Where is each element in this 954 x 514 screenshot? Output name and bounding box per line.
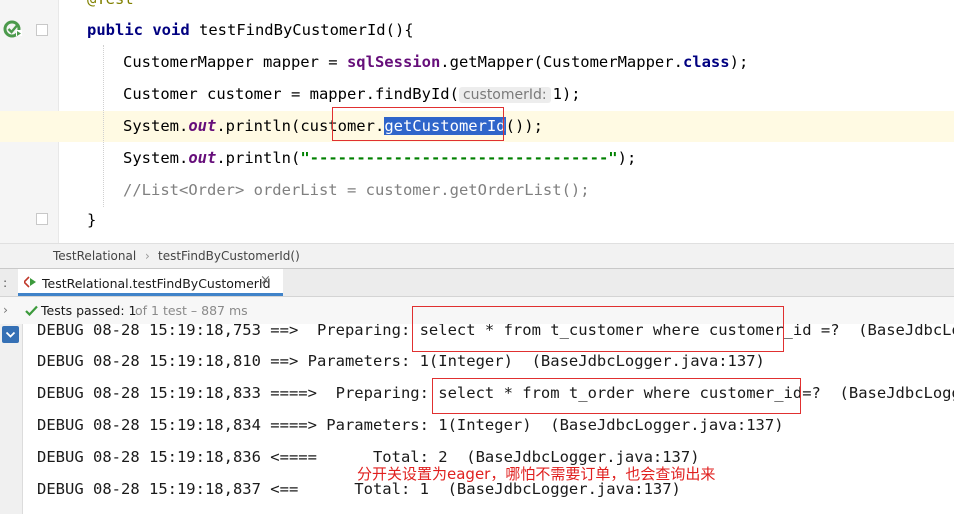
closing-brace: } [87, 211, 97, 229]
indent-guide [103, 45, 105, 207]
parameter-hint: customerId: [458, 87, 551, 103]
code-line-println-divider: System.out.println("--------------------… [123, 149, 637, 167]
tool-window-label: : [3, 275, 8, 290]
annotation-line: @Test [87, 0, 134, 10]
highlight-box-order-sql [432, 378, 801, 414]
check-icon [25, 305, 38, 316]
breadcrumb-separator: › [145, 249, 150, 263]
fold-marker[interactable] [36, 24, 48, 36]
tab-test-run[interactable]: TestRelational.testFindByCustomerId × [18, 269, 283, 296]
expand-chevron-icon[interactable]: › [3, 302, 8, 317]
run-config-icon [24, 276, 36, 288]
tab-label: TestRelational.testFindByCustomerId [42, 276, 271, 291]
tests-detail-label: of 1 test – 887 ms [135, 303, 248, 318]
log-line: DEBUG 08-28 15:19:18,834 ====> Parameter… [37, 416, 784, 434]
tests-passed-label: Tests passed: 1 [41, 303, 137, 318]
close-icon[interactable]: × [260, 273, 271, 288]
fold-marker[interactable] [36, 213, 48, 225]
console-output[interactable]: DEBUG 08-28 15:19:18,753 ==> Preparing: … [0, 324, 954, 514]
run-test-icon[interactable] [3, 19, 23, 39]
breadcrumb-class[interactable]: TestRelational [53, 249, 136, 263]
scroll-to-end-button[interactable] [2, 326, 19, 343]
breadcrumb: TestRelational › testFindByCustomerId() [0, 243, 954, 269]
code-line-get-mapper: CustomerMapper mapper = sqlSession.getMa… [123, 53, 749, 71]
method-signature: public void testFindByCustomerId(){ [87, 21, 414, 39]
annotation-note: 分开关设置为eager，哪怕不需要订单，也会查询出来 [357, 465, 716, 483]
code-line-find-by-id: Customer customer = mapper.findById(cust… [123, 85, 581, 103]
code-line-comment: //List<Order> orderList = customer.getOr… [123, 181, 590, 199]
console-toolbar [0, 324, 23, 514]
code-editor[interactable]: @Test public void testFindByCustomerId()… [0, 0, 954, 243]
breadcrumb-method[interactable]: testFindByCustomerId() [158, 249, 300, 263]
highlight-box-customer-sql [412, 306, 784, 352]
chevron-down-icon [5, 331, 16, 338]
log-line: DEBUG 08-28 15:19:18,810 ==> Parameters:… [37, 352, 765, 370]
highlight-box-getter [332, 107, 504, 141]
run-tool-window-tabs: : TestRelational.testFindByCustomerId × [0, 268, 954, 297]
